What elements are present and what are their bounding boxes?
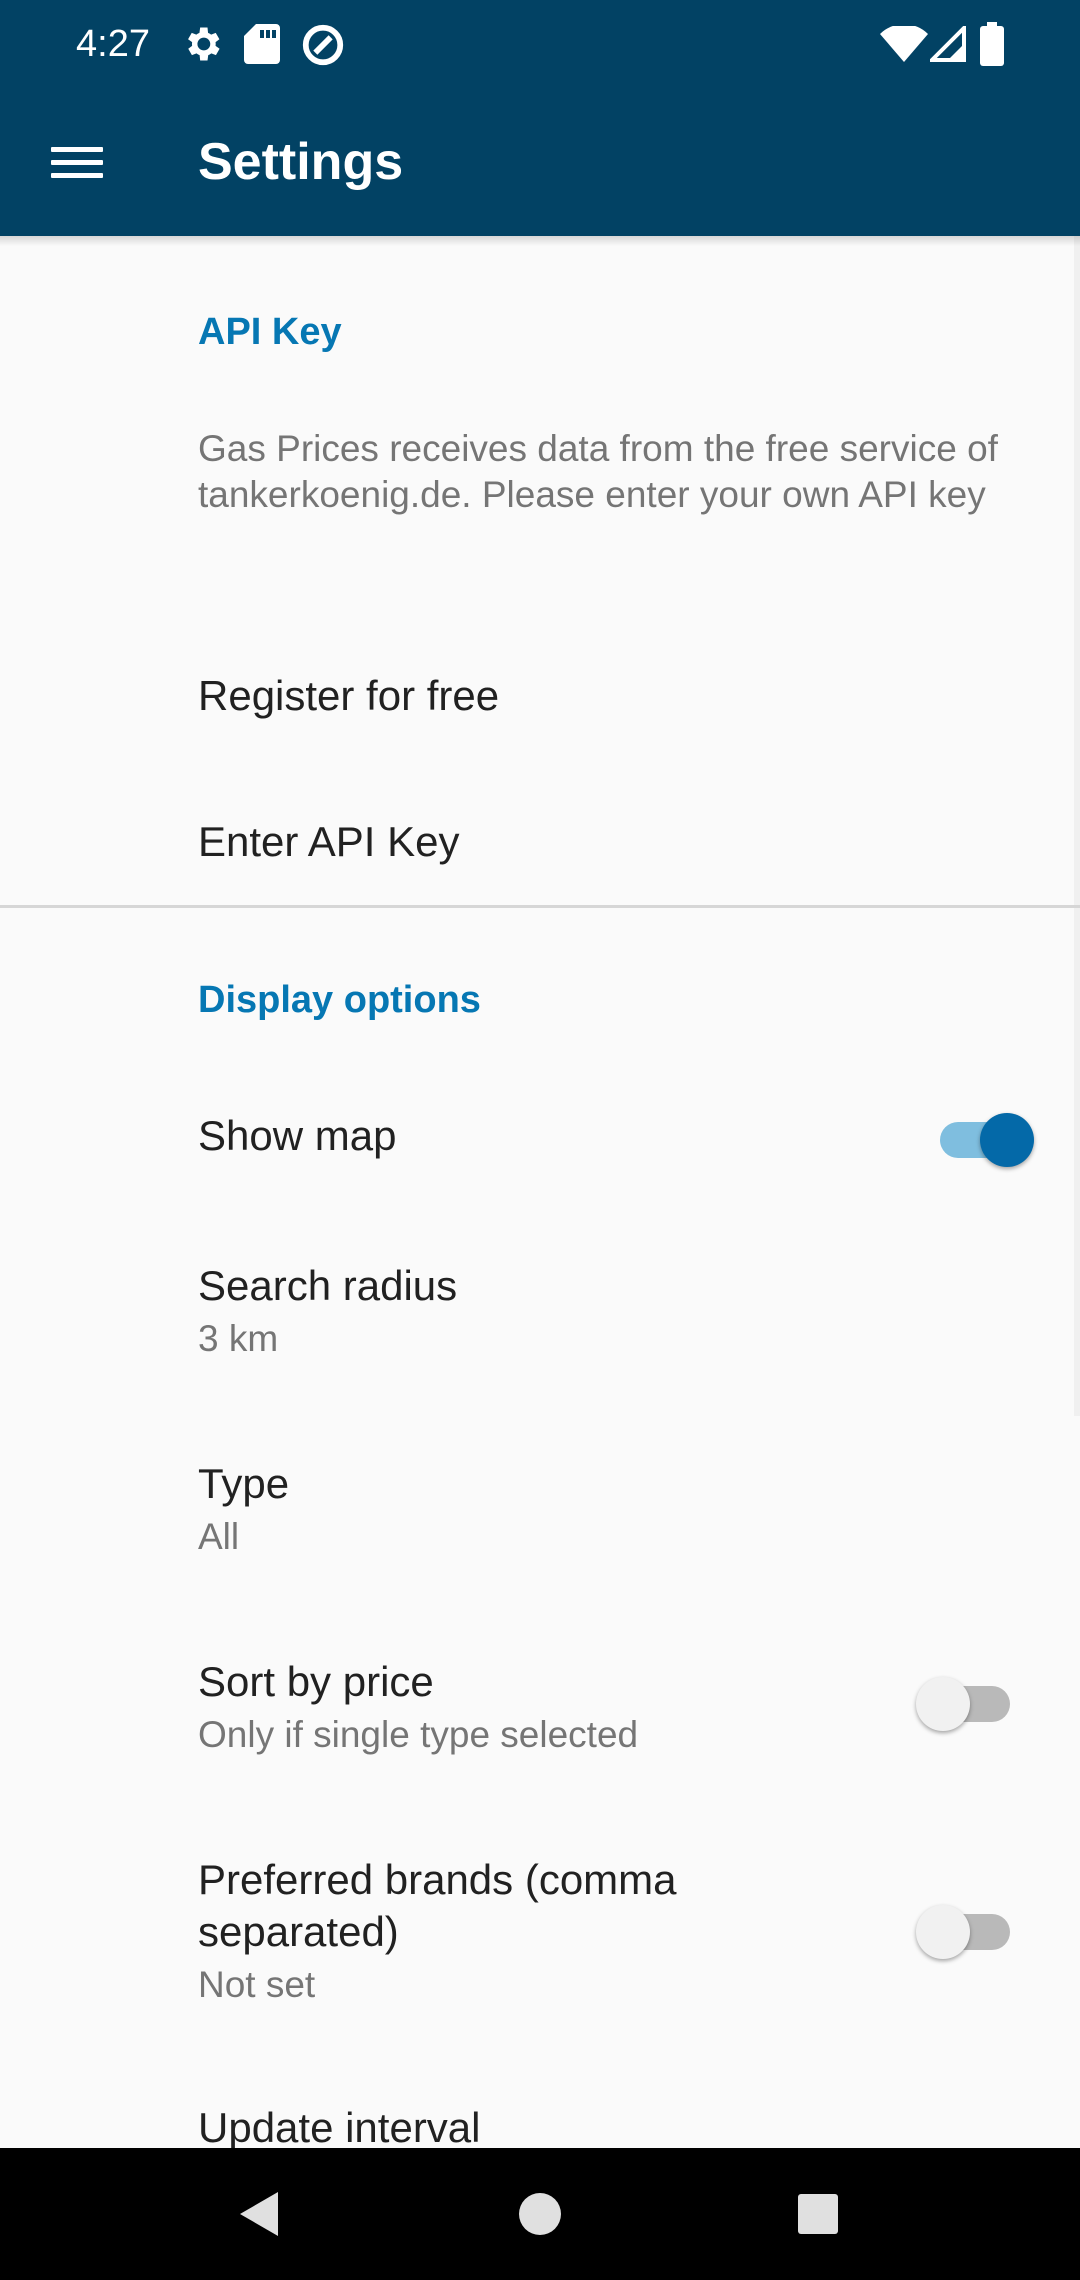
preferred-brands-label-line2: separated): [198, 1908, 399, 1955]
register-for-free-label: Register for free: [198, 672, 500, 719]
navigation-bar: [0, 2148, 1080, 2280]
type-value: All: [198, 1516, 240, 1557]
show-map-item[interactable]: Show map: [0, 1056, 1080, 1216]
status-bar: 4:27: [0, 0, 1080, 88]
preferred-brands-switch[interactable]: [916, 1894, 1026, 1960]
data-saver-icon: [300, 22, 346, 73]
switch-thumb: [916, 1677, 970, 1731]
sort-by-price-item[interactable]: Sort by price Only if single type select…: [0, 1612, 1080, 1810]
section-header-api-key: API Key: [198, 311, 342, 353]
section-divider: [0, 905, 1080, 908]
show-map-label: Show map: [198, 1112, 397, 1159]
page-title: Settings: [198, 133, 404, 191]
section-header-display-options: Display options: [198, 979, 481, 1021]
update-interval-item[interactable]: Update interval: [0, 2060, 1080, 2148]
app-bar: Settings: [0, 88, 1080, 236]
wifi-icon: [880, 24, 928, 67]
settings-list[interactable]: API Key Gas Prices receives data from th…: [0, 236, 1080, 2148]
switch-thumb: [980, 1113, 1034, 1167]
type-label: Type: [198, 1460, 290, 1507]
gear-icon: [180, 22, 224, 71]
sort-by-price-label: Sort by price: [198, 1658, 434, 1705]
signal-icon: [927, 23, 966, 67]
status-time: 4:27: [76, 23, 150, 65]
preferred-brands-label-line1: Preferred brands (comma: [198, 1856, 677, 1903]
battery-icon: [980, 22, 1004, 71]
enter-api-key-item[interactable]: Enter API Key: [0, 768, 1080, 904]
show-map-switch[interactable]: [930, 1102, 1040, 1168]
back-icon[interactable]: [216, 2172, 300, 2256]
home-icon[interactable]: [498, 2172, 582, 2256]
hamburger-menu-icon[interactable]: [36, 120, 120, 204]
recents-icon[interactable]: [776, 2172, 860, 2256]
sort-by-price-summary: Only if single type selected: [198, 1714, 639, 1755]
sort-by-price-switch[interactable]: [916, 1666, 1026, 1732]
enter-api-key-label: Enter API Key: [198, 818, 460, 865]
preferred-brands-item[interactable]: Preferred brands (comma separated) Not s…: [0, 1810, 1080, 2060]
type-item[interactable]: Type All: [0, 1412, 1080, 1612]
preferred-brands-value: Not set: [198, 1964, 316, 2005]
sd-card-icon: [244, 22, 280, 71]
update-interval-label: Update interval: [198, 2104, 481, 2148]
search-radius-label: Search radius: [198, 1262, 458, 1309]
switch-thumb: [916, 1905, 970, 1959]
api-key-description: Gas Prices receives data from the free s…: [198, 428, 998, 515]
register-for-free-item[interactable]: Register for free: [0, 620, 1080, 768]
search-radius-item[interactable]: Search radius 3 km: [0, 1216, 1080, 1412]
search-radius-value: 3 km: [198, 1318, 279, 1359]
